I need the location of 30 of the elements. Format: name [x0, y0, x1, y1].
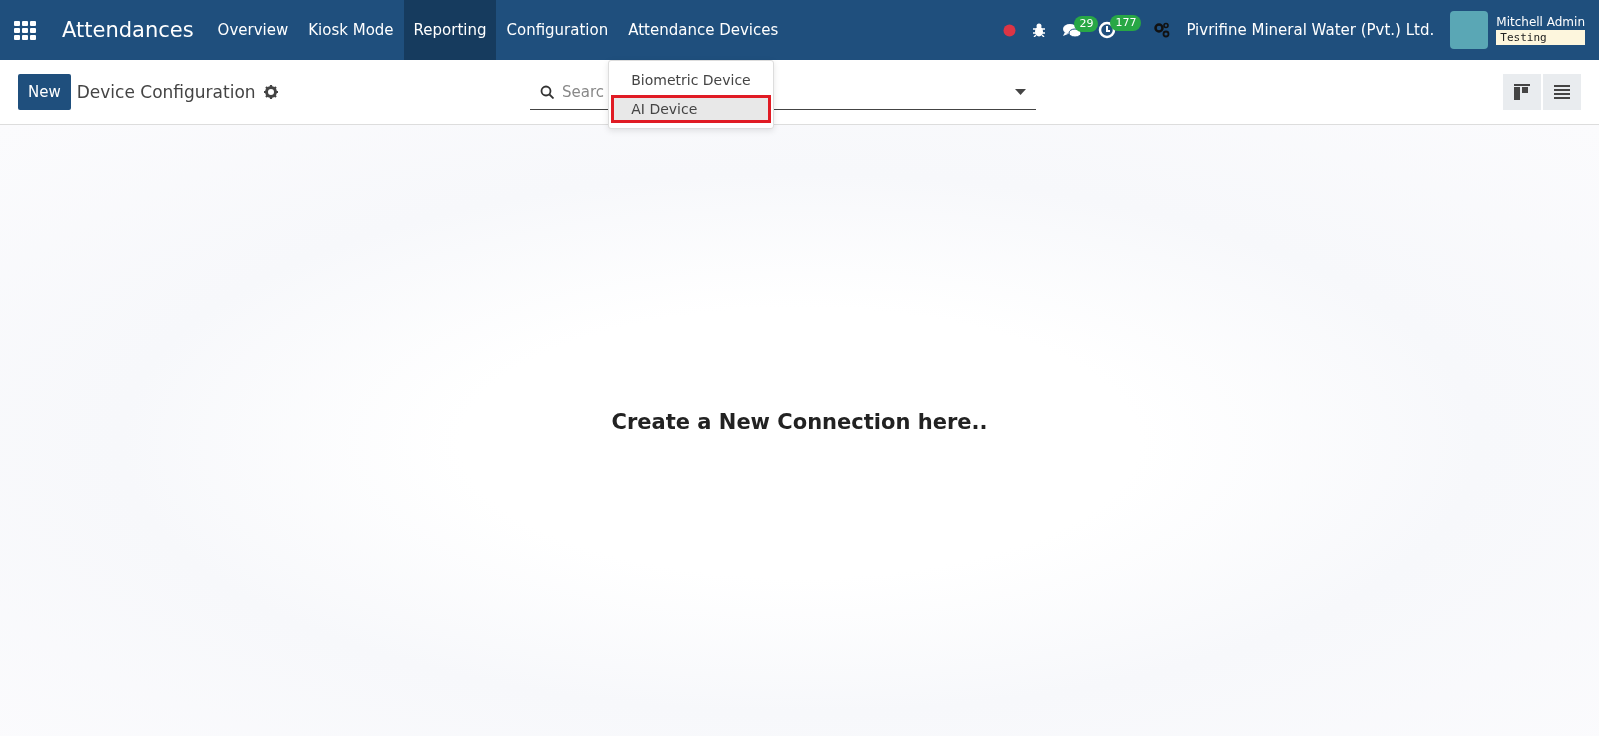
menu-tab[interactable]: Overview	[207, 0, 299, 60]
menu-tab[interactable]: Attendance Devices	[618, 0, 789, 60]
message-count-badge: 29	[1074, 15, 1099, 32]
activity-count-badge: 177	[1110, 15, 1142, 31]
apps-grid-icon	[14, 20, 36, 40]
database-label: Testing	[1496, 30, 1585, 45]
app-title[interactable]: Attendances	[62, 18, 194, 42]
bug-icon	[1032, 23, 1047, 37]
new-button[interactable]: New	[18, 74, 71, 110]
gears-icon	[1154, 22, 1171, 38]
search-field[interactable]: Searc	[562, 82, 608, 101]
page-title: Device Configuration	[76, 82, 256, 102]
menu-tab[interactable]: Kiosk Mode	[298, 0, 404, 60]
menu-tab[interactable]: Configuration	[496, 0, 619, 60]
clock-icon	[1098, 21, 1117, 39]
kanban-view-button[interactable]	[1503, 74, 1541, 110]
search-icon	[540, 84, 554, 99]
dropdown-item[interactable]: Biometric Device	[611, 66, 771, 94]
empty-state-message: Create a New Connection here..	[611, 409, 988, 434]
settings-icon[interactable]	[263, 85, 278, 99]
kanban-view-icon	[1514, 84, 1530, 100]
list-view-icon	[1554, 84, 1570, 100]
menu-tab[interactable]: Reporting	[403, 0, 497, 60]
record-dot-icon	[1003, 23, 1017, 37]
list-view-button[interactable]	[1543, 74, 1581, 110]
company-name[interactable]: Pivrifine Mineral Water (Pvt.) Ltd.	[1186, 21, 1435, 39]
caret-icon	[1015, 88, 1026, 95]
dropdown-item[interactable]: AI Device	[611, 95, 771, 123]
avatar-placeholder[interactable]	[1450, 11, 1489, 49]
user-name[interactable]: Mitchell Admin	[1496, 15, 1585, 29]
